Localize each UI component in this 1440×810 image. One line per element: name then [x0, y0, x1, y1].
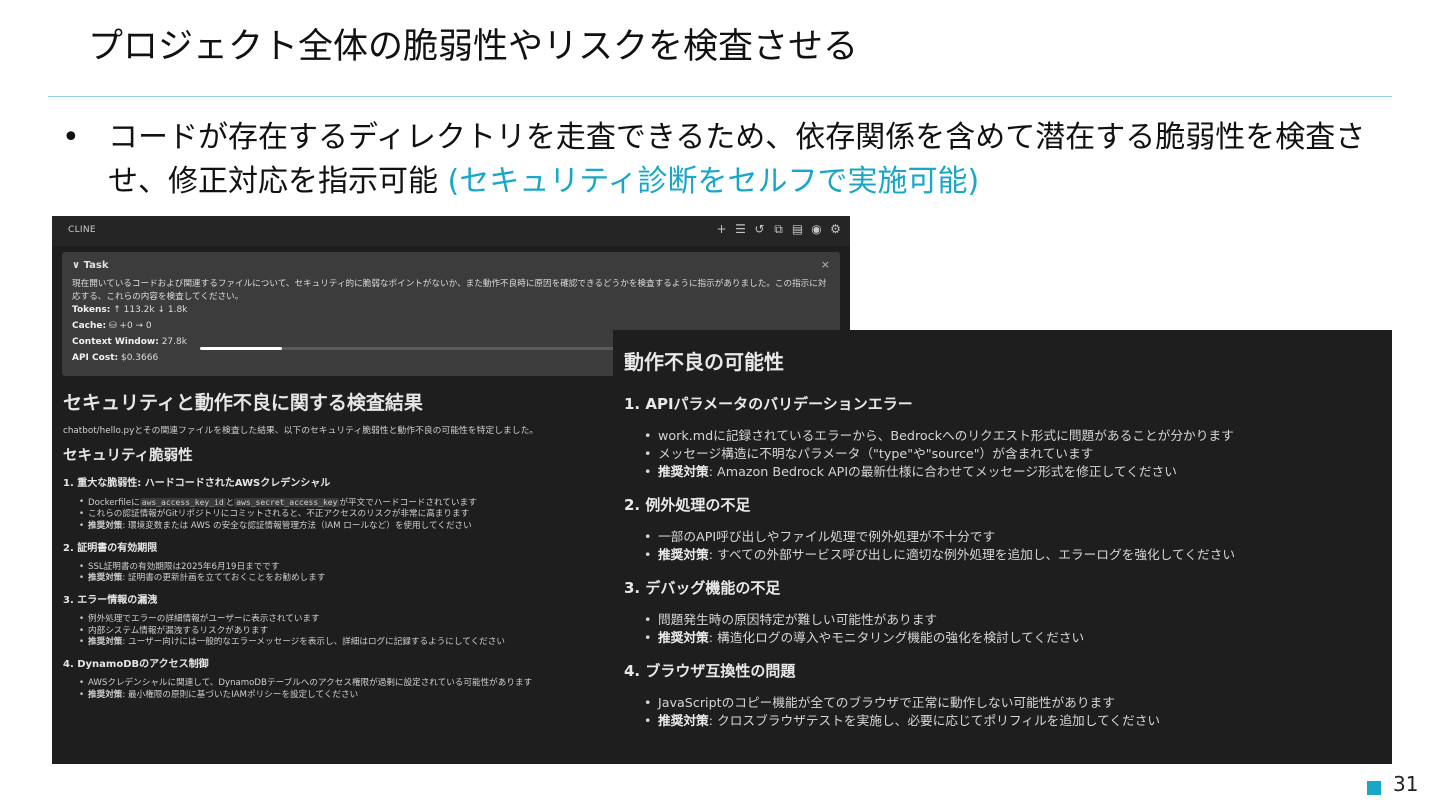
chevron-down-icon: ∨ [72, 260, 81, 271]
section-list: JavaScriptのコピー機能が全てのブラウザで正常に動作しない可能性がありま… [644, 694, 1384, 730]
cline-header: CLINE + ☰ ↺ ⧉ ▤ ◉ ⚙ [52, 216, 850, 246]
context-label: Context Window: [72, 337, 159, 347]
list-item: 内部システム情報が漏洩するリスクがあります [79, 626, 623, 638]
tokens-value: ↑ 113.2k ↓ 1.8k [113, 305, 188, 315]
list-item: 推奨対策: ユーザー向けには一般的なエラーメッセージを表示し、詳細はログに記録す… [79, 637, 623, 649]
slide-title: プロジェクト全体の脆弱性やリスクを検査させる [88, 27, 859, 67]
context-window-stat: Context Window: 27.8k [72, 337, 187, 347]
tokens-label: Tokens: [72, 305, 111, 315]
title-divider [48, 96, 1392, 97]
api-cost-stat: API Cost: $0.3666 [72, 353, 158, 363]
task-label: Task [83, 260, 109, 271]
cache-value: ⛁ +0 → 0 [109, 321, 152, 331]
section-list: work.mdに記録されているエラーから、Bedrockへのリクエスト形式に問題… [644, 427, 1384, 481]
section-title: 4. ブラウザ互換性の問題 [624, 662, 796, 680]
report-content: セキュリティと動作不良に関する検査結果 chatbot/hello.pyとその関… [63, 388, 623, 708]
section-list: 一部のAPI呼び出しやファイル処理で例外処理が不十分です 推奨対策: すべての外… [644, 528, 1384, 564]
list-item: Dockerfileにaws_access_key_idとaws_secret_… [79, 497, 623, 509]
section-title: 3. エラー情報の漏洩 [63, 595, 158, 607]
list-icon[interactable]: ☰ [734, 222, 747, 237]
task-header[interactable]: ∨ Task [72, 260, 109, 271]
list-item: 推奨対策: Amazon Bedrock APIの最新仕様に合わせてメッセージ形… [644, 463, 1384, 481]
report-intro: chatbot/hello.pyとその関連ファイルを検査した結果、以下のセキュリ… [63, 426, 539, 436]
cline-title: CLINE [68, 225, 96, 235]
report-heading: セキュリティと動作不良に関する検査結果 [63, 392, 423, 414]
close-icon[interactable]: × [821, 258, 830, 271]
section-list: AWSクレデンシャルに関連して、DynamoDBテーブルへのアクセス権限が過剰に… [79, 678, 623, 701]
bullet-text: コードが存在するディレクトリを走査できるため、依存関係を含めて潜在する脆弱性を検… [108, 116, 1378, 204]
bullet-accent-text: (セキュリティ診断をセルフで実施可能) [447, 164, 980, 199]
cost-value: $0.3666 [120, 353, 159, 363]
cache-stat: Cache: ⛁ +0 → 0 [72, 321, 152, 331]
list-item: 推奨対策: 証明書の更新計画を立てておくことをお勧めします [79, 573, 623, 585]
tokens-stat: Tokens: ↑ 113.2k ↓ 1.8k [72, 305, 187, 315]
list-item: AWSクレデンシャルに関連して、DynamoDBテーブルへのアクセス権限が過剰に… [79, 678, 623, 690]
external-link-icon[interactable]: ⧉ [772, 222, 785, 237]
context-value: 27.8k [161, 337, 187, 347]
section-title: 2. 証明書の有効期限 [63, 542, 158, 554]
cline-toolbar: + ☰ ↺ ⧉ ▤ ◉ ⚙ [715, 222, 842, 237]
list-item: 推奨対策: 環境変数または AWS の安全な認証情報管理方法（IAM ロールなど… [79, 521, 623, 533]
list-item: 推奨対策: 最小権限の原則に基づいたIAMポリシーを設定してください [79, 690, 623, 702]
page-number: 31 [1393, 772, 1419, 796]
page-badge [1367, 781, 1381, 795]
malfunction-heading: 動作不良の可能性 [624, 350, 784, 374]
account-icon[interactable]: ▤ [791, 222, 804, 237]
list-item: 推奨対策: すべての外部サービス呼び出しに適切な例外処理を追加し、エラーログを強… [644, 546, 1384, 564]
task-description: 現在開いているコードおよび関連するファイルについて、セキュリティ的に脆弱なポイン… [72, 279, 827, 302]
section-title: 1. APIパラメータのバリデーションエラー [624, 395, 913, 413]
plus-icon[interactable]: + [715, 222, 728, 237]
list-item: 例外処理でエラーの詳細情報がユーザーに表示されています [79, 614, 623, 626]
cache-label: Cache: [72, 321, 107, 331]
section-list: 問題発生時の原因特定が難しい可能性があります 推奨対策: 構造化ログの導入やモニ… [644, 611, 1384, 647]
section-list: Dockerfileにaws_access_key_idとaws_secret_… [79, 497, 623, 532]
list-item: work.mdに記録されているエラーから、Bedrockへのリクエスト形式に問題… [644, 427, 1384, 445]
inline-code: aws_access_key_id [139, 498, 226, 507]
section-list: SSL証明書の有効期限は2025年6月19日までです 推奨対策: 証明書の更新計… [79, 562, 623, 585]
inline-code: aws_secret_access_key [234, 498, 340, 507]
list-item: 推奨対策: クロスブラウザテストを実施し、必要に応じてポリフィルを追加してくださ… [644, 712, 1384, 730]
section-list: 例外処理でエラーの詳細情報がユーザーに表示されています 内部システム情報が漏洩す… [79, 614, 623, 648]
list-item: これらの認証情報がGitリポジトリにコミットされると、不正アクセスのリスクが非常… [79, 509, 623, 521]
bullet-marker: • [62, 120, 80, 155]
list-item: SSL証明書の有効期限は2025年6月19日までです [79, 562, 623, 574]
section-title: 3. デバッグ機能の不足 [624, 579, 781, 597]
user-circle-icon[interactable]: ◉ [810, 222, 823, 237]
list-item: 一部のAPI呼び出しやファイル処理で例外処理が不十分です [644, 528, 1384, 546]
gear-icon[interactable]: ⚙ [829, 222, 842, 237]
malfunction-panel: 動作不良の可能性 1. APIパラメータのバリデーションエラー work.mdに… [613, 330, 1392, 764]
list-item: JavaScriptのコピー機能が全てのブラウザで正常に動作しない可能性がありま… [644, 694, 1384, 712]
section-title: 2. 例外処理の不足 [624, 496, 751, 514]
list-item: メッセージ構造に不明なパラメータ（"type"や"source"）が含まれていま… [644, 445, 1384, 463]
section-title: 4. DynamoDBのアクセス制御 [63, 659, 209, 671]
history-icon[interactable]: ↺ [753, 222, 766, 237]
section-title: 1. 重大な脆弱性: ハードコードされたAWSクレデンシャル [63, 478, 331, 489]
list-item: 問題発生時の原因特定が難しい可能性があります [644, 611, 1384, 629]
cost-label: API Cost: [72, 353, 119, 363]
list-item: 推奨対策: 構造化ログの導入やモニタリング機能の強化を検討してください [644, 629, 1384, 647]
security-heading: セキュリティ脆弱性 [63, 448, 193, 464]
malfunction-content: 動作不良の可能性 1. APIパラメータのバリデーションエラー work.mdに… [624, 346, 1384, 743]
context-progress-fill [200, 347, 282, 350]
